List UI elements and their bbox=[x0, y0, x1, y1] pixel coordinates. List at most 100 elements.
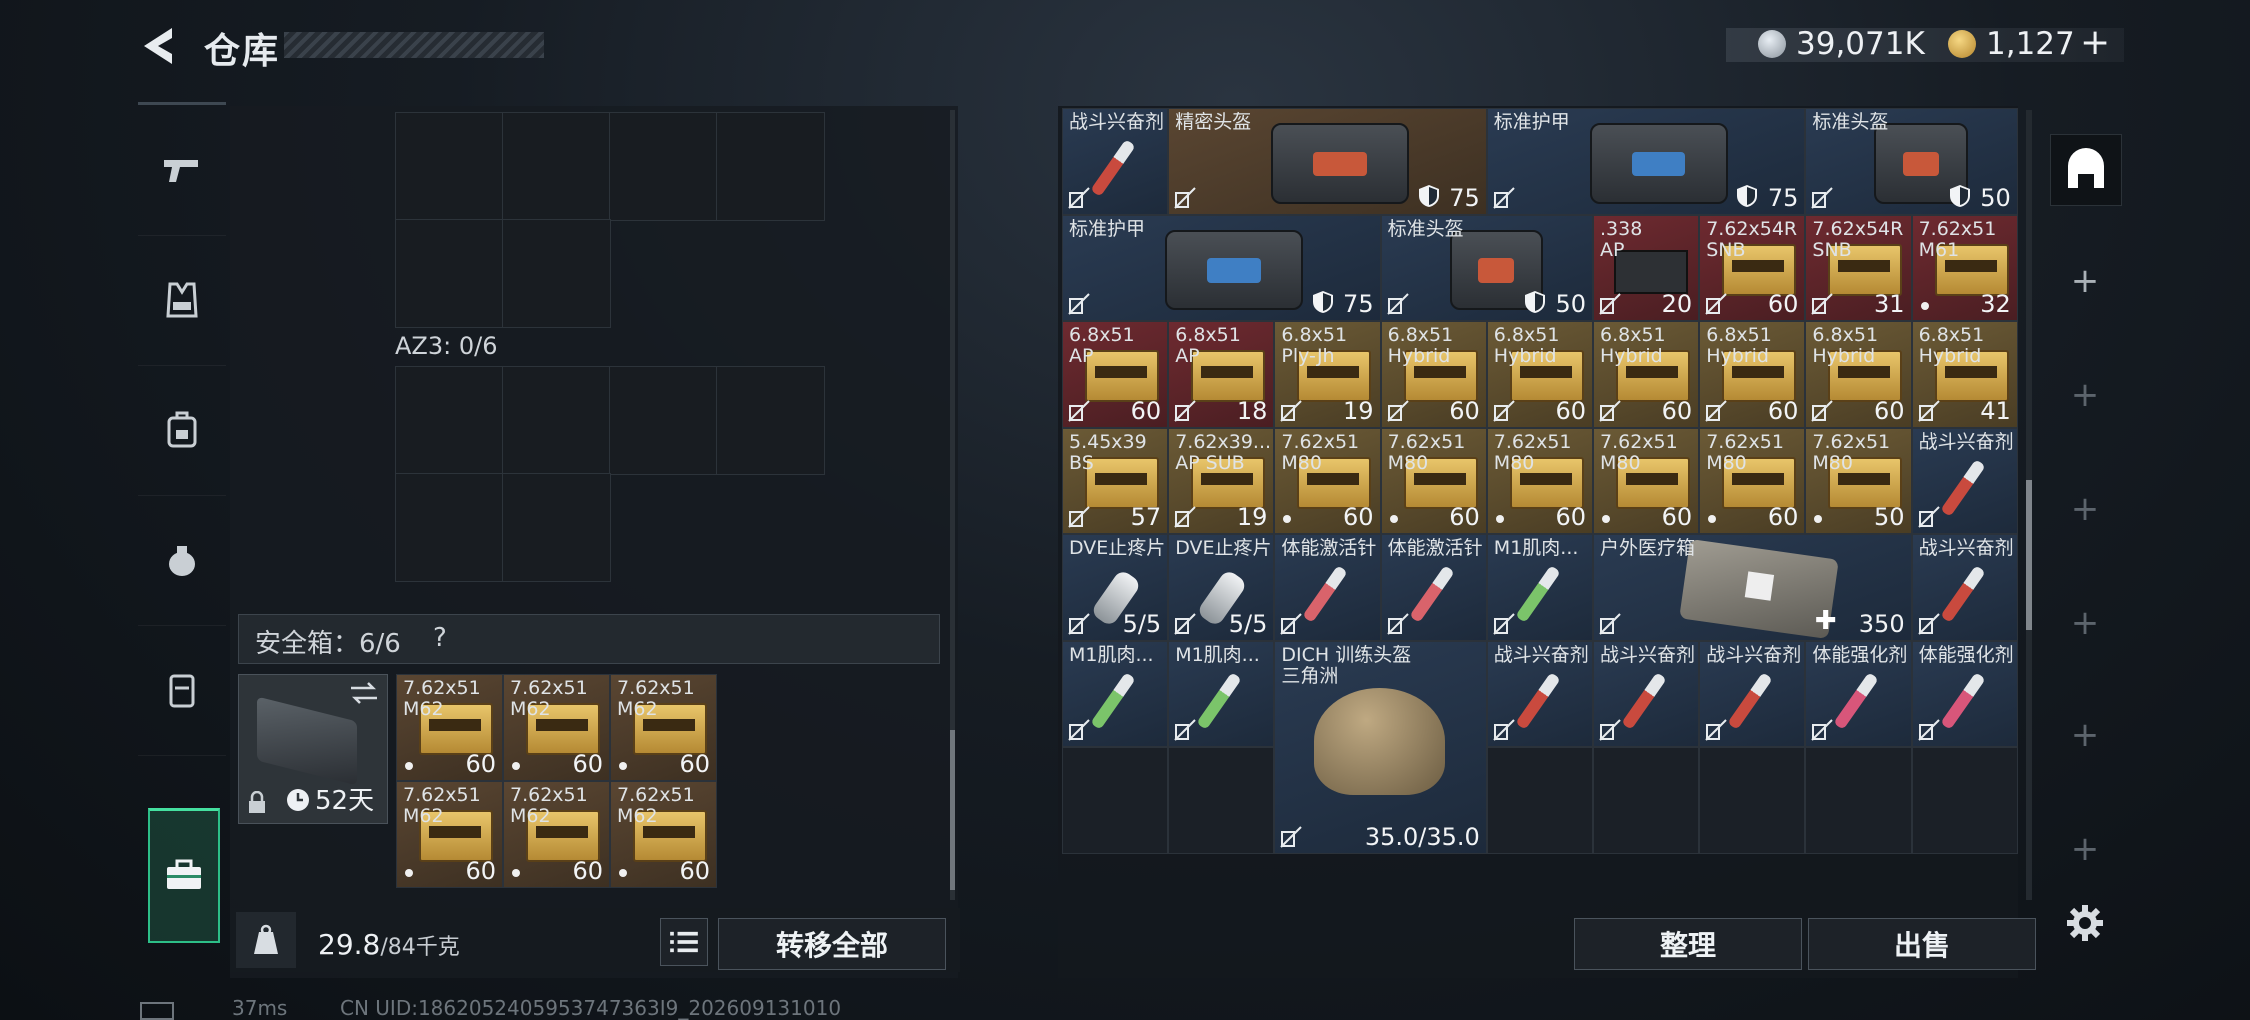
stash-item[interactable]: 战斗兴奋剂 bbox=[1593, 640, 1700, 747]
stash-empty-cell[interactable] bbox=[1486, 747, 1593, 854]
stash-item[interactable]: 6.8x51 AP 60 bbox=[1062, 321, 1169, 428]
stash-item[interactable]: 6.8x51 Hybrid 60 bbox=[1593, 321, 1700, 428]
item-name: 战斗兴奋剂 bbox=[1600, 643, 1696, 666]
stash-empty-cell[interactable] bbox=[1062, 747, 1169, 854]
stash-item[interactable]: 7.62x51 M80 60 bbox=[1593, 427, 1700, 534]
stash-item[interactable]: 6.8x51 Hybrid 60 bbox=[1699, 321, 1806, 428]
stash-item[interactable]: 战斗兴奋剂 bbox=[1062, 108, 1169, 215]
stash-empty-cell[interactable] bbox=[1699, 747, 1806, 854]
sidebar-tab-case[interactable] bbox=[138, 625, 226, 756]
stash-item[interactable]: 体能激活针 bbox=[1380, 534, 1487, 641]
stash-item[interactable]: 标准护甲 75 bbox=[1062, 214, 1381, 321]
ammo-dot-icon bbox=[512, 762, 520, 770]
stash-tab-add-3[interactable]: + bbox=[2050, 474, 2120, 544]
stash-item[interactable]: 标准头盔 50 bbox=[1380, 214, 1593, 321]
stash-item[interactable]: 6.8x51 Hybrid 60 bbox=[1486, 321, 1593, 428]
stash-tab-add-2[interactable]: + bbox=[2050, 360, 2120, 430]
stash-item[interactable]: 7.62x54R SNB 31 bbox=[1805, 214, 1912, 321]
stash-tab-add-6[interactable]: + bbox=[2050, 814, 2120, 884]
stash-item[interactable]: 7.62x51 M80 50 bbox=[1805, 427, 1912, 534]
stash-item[interactable]: 7.62x54R SNB 60 bbox=[1699, 214, 1806, 321]
item-name: 战斗兴奋剂 bbox=[1493, 643, 1589, 666]
sidebar-tab-backpack[interactable] bbox=[138, 365, 226, 496]
stash-item[interactable]: 体能激活针 bbox=[1274, 534, 1381, 641]
stash-empty-cell[interactable] bbox=[1168, 747, 1275, 854]
settings-button[interactable] bbox=[2050, 888, 2120, 958]
backpack-icon bbox=[167, 411, 197, 448]
armor-shield-icon bbox=[1418, 184, 1439, 207]
list-view-button[interactable] bbox=[660, 918, 708, 966]
safebox-slot-item[interactable]: 7.62x51 M62 60 bbox=[503, 781, 610, 888]
stash-item[interactable]: 6.8x51 Hybrid 60 bbox=[1380, 321, 1487, 428]
stash-item[interactable]: 精密头盔 75 bbox=[1168, 108, 1487, 215]
sidebar-tab-vest[interactable] bbox=[138, 235, 226, 366]
item-count: 60 bbox=[1343, 503, 1374, 531]
stash-item[interactable]: 标准头盔 50 bbox=[1805, 108, 2018, 215]
item-name: 6.8x51 AP bbox=[1069, 324, 1135, 367]
stash-item[interactable]: 体能强化剂 bbox=[1911, 640, 2018, 747]
gear-bag-image bbox=[1271, 123, 1409, 204]
stash-item[interactable]: 6.8x51 Hybrid 60 bbox=[1805, 321, 1912, 428]
stash-tab-add-4[interactable]: + bbox=[2050, 588, 2120, 658]
swap-icon[interactable] bbox=[349, 681, 379, 705]
stash-scrollbar-thumb[interactable] bbox=[2026, 480, 2032, 630]
stash-item[interactable]: M1肌肉... bbox=[1168, 640, 1275, 747]
no-insure-icon bbox=[1280, 612, 1303, 635]
stash-item[interactable]: M1肌肉... bbox=[1486, 534, 1593, 641]
stash-tab-add-1[interactable]: + bbox=[2050, 246, 2120, 316]
sort-button[interactable]: 整理 bbox=[1574, 918, 1802, 970]
stash-item[interactable]: 7.62x39... AP SUB 19 bbox=[1168, 427, 1275, 534]
stash-item[interactable]: 6.8x51 AP 18 bbox=[1168, 321, 1275, 428]
stash-empty-cell[interactable] bbox=[1911, 747, 2018, 854]
sidebar-tab-safebox[interactable] bbox=[148, 808, 220, 943]
safebox-slot-item[interactable]: 7.62x51 M62 60 bbox=[610, 781, 717, 888]
back-arrow-icon[interactable] bbox=[138, 24, 178, 68]
sidebar-tab-pouch[interactable] bbox=[138, 495, 226, 626]
stash-empty-cell[interactable] bbox=[1593, 747, 1700, 854]
stash-tab-add-5[interactable]: + bbox=[2050, 700, 2120, 770]
stash-tab-main[interactable] bbox=[2050, 134, 2122, 206]
stash-item[interactable]: 体能强化剂 bbox=[1805, 640, 1912, 747]
ammo-dot-icon bbox=[619, 869, 627, 877]
warehouse-icon bbox=[2068, 148, 2104, 188]
stash-item[interactable]: 7.62x51 M61 32 bbox=[1911, 214, 2018, 321]
item-name: 7.62x51 M62 bbox=[510, 784, 588, 827]
stash-item[interactable]: 5.45x39 BS 57 bbox=[1062, 427, 1169, 534]
sell-button[interactable]: 出售 bbox=[1808, 918, 2036, 970]
stash-item[interactable]: 7.62x51 M80 60 bbox=[1380, 427, 1487, 534]
no-insure-icon bbox=[1068, 186, 1090, 209]
stash-item[interactable]: 标准护甲 75 bbox=[1486, 108, 1806, 215]
stash-item[interactable]: 7.62x51 M80 60 bbox=[1699, 427, 1806, 534]
stash-item[interactable]: DICH 训练头盔 三角洲 35.0/35.0 bbox=[1274, 640, 1487, 854]
item-name: 体能强化剂 bbox=[1812, 643, 1908, 666]
safebox-case-image bbox=[257, 696, 357, 786]
stash-item[interactable]: DVE止疼片 5/5 bbox=[1062, 534, 1169, 641]
stash-item[interactable]: 战斗兴奋剂 bbox=[1699, 640, 1806, 747]
safebox-help-icon[interactable]: ? bbox=[433, 623, 447, 653]
stash-item[interactable]: 6.8x51 Hybrid 41 bbox=[1911, 321, 2018, 428]
stash-item[interactable]: 战斗兴奋剂 bbox=[1911, 534, 2018, 641]
stash-item[interactable]: 6.8x51 Ply-Jh 19 bbox=[1274, 321, 1381, 428]
safebox-slot-item[interactable]: 7.62x51 M62 60 bbox=[610, 674, 717, 781]
stash-item[interactable]: 战斗兴奋剂 bbox=[1486, 640, 1593, 747]
stash-item[interactable]: 7.62x51 M80 60 bbox=[1274, 427, 1381, 534]
transfer-all-button[interactable]: 转移全部 bbox=[718, 918, 946, 970]
syringe-image bbox=[1408, 565, 1455, 623]
no-insure-icon bbox=[1917, 506, 1940, 528]
safebox-slot-item[interactable]: 7.62x51 M62 60 bbox=[503, 674, 610, 781]
stash-empty-cell[interactable] bbox=[1805, 747, 1912, 854]
left-scrollbar-thumb[interactable] bbox=[950, 730, 955, 890]
sidebar-tab-weapons[interactable] bbox=[138, 105, 226, 236]
armor-shield-icon bbox=[1312, 291, 1333, 313]
armor-shield-icon bbox=[1524, 291, 1545, 313]
add-currency-button[interactable]: + bbox=[2080, 22, 2110, 63]
safebox-slot-item[interactable]: 7.62x51 M62 60 bbox=[396, 781, 503, 888]
stash-item[interactable]: 战斗兴奋剂 bbox=[1911, 427, 2018, 534]
stash-item[interactable]: 户外医疗箱 ✚ 350 bbox=[1593, 534, 1912, 641]
safebox-slot-item[interactable]: 7.62x51 M62 60 bbox=[396, 674, 503, 781]
stash-item[interactable]: 7.62x51 M80 60 bbox=[1486, 427, 1593, 534]
stash-item[interactable]: .338 AP 20 bbox=[1593, 214, 1700, 321]
stash-item[interactable]: M1肌肉... bbox=[1062, 640, 1169, 747]
stash-item[interactable]: DVE止疼片 5/5 bbox=[1168, 534, 1275, 641]
safebox-item-card[interactable]: 52天 bbox=[238, 674, 388, 824]
